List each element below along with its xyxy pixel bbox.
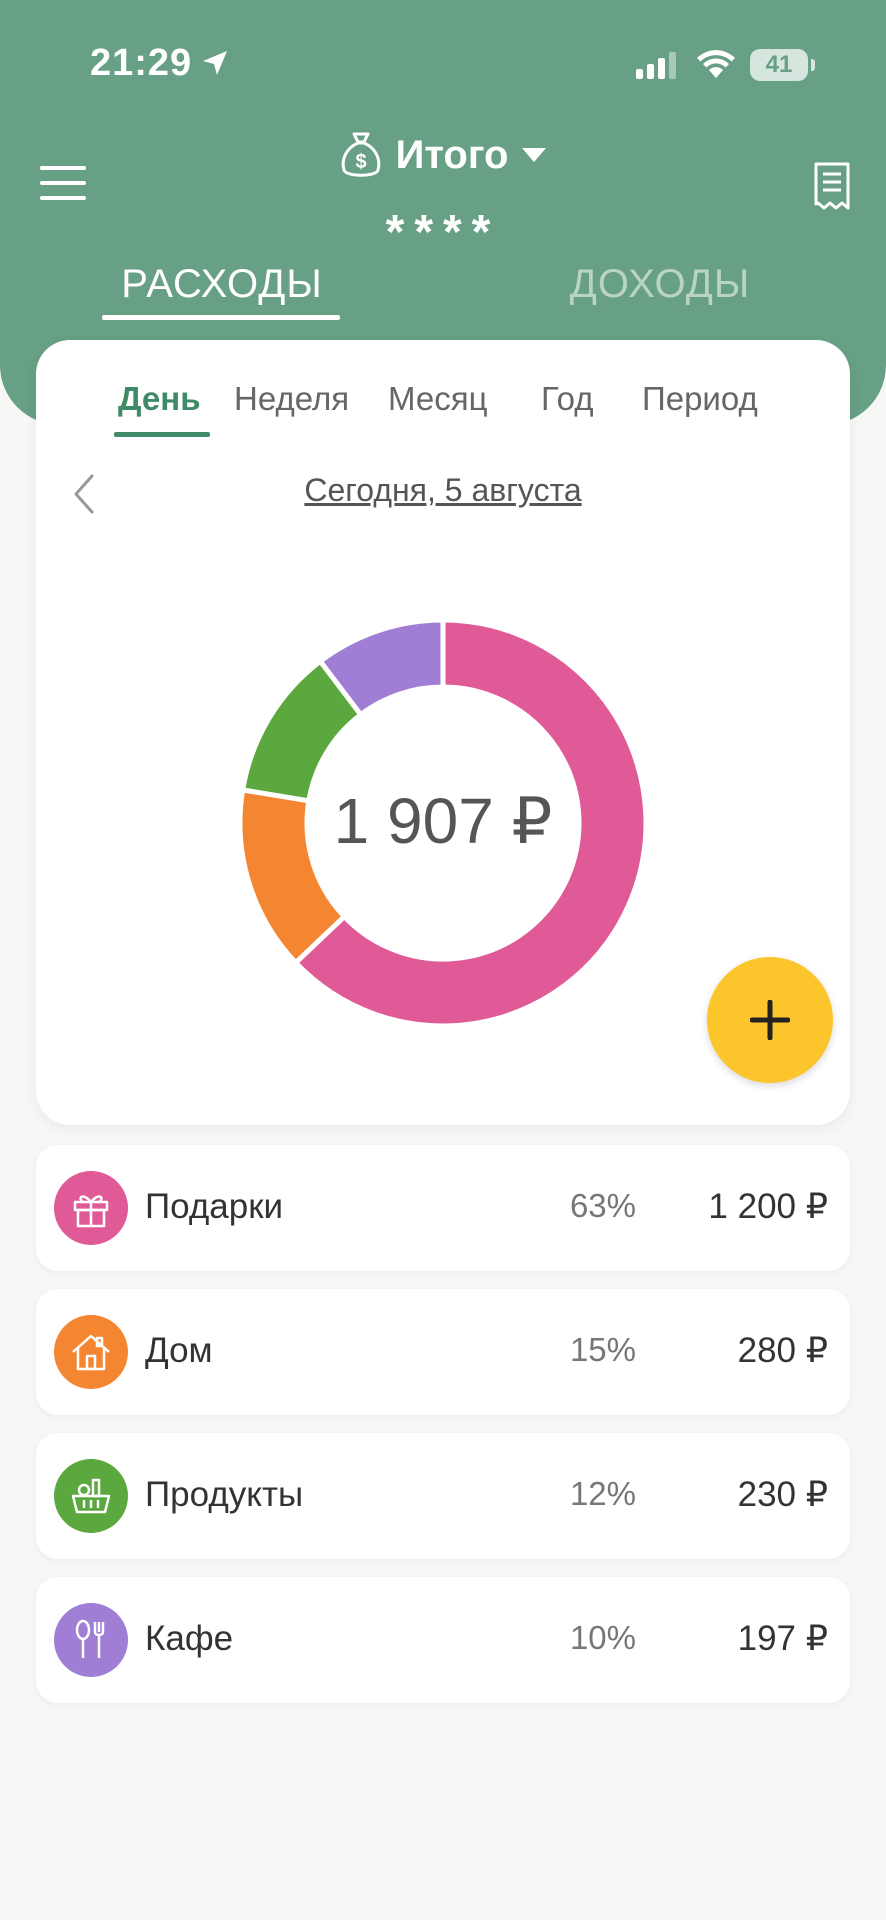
tab-income[interactable]: ДОХОДЫ: [540, 262, 780, 307]
total-amount: 1 907 ₽: [333, 785, 553, 857]
category-amount: 1 200 ₽: [708, 1187, 828, 1226]
category-amount: 280 ₽: [737, 1331, 828, 1370]
tab-expenses[interactable]: РАСХОДЫ: [102, 262, 342, 307]
battery-indicator: 41: [750, 49, 808, 81]
category-amount: 230 ₽: [737, 1475, 828, 1514]
cellular-signal-icon: [636, 52, 676, 79]
category-percent: 10%: [569, 1619, 636, 1656]
wallet-title: Итого: [395, 132, 509, 177]
category-name: Дом: [145, 1331, 213, 1370]
category-percent: 15%: [569, 1331, 636, 1368]
wifi-icon: [697, 50, 735, 78]
category-name: Подарки: [145, 1187, 284, 1226]
chevron-down-icon: [522, 148, 547, 162]
status-time: 21:29: [90, 42, 193, 84]
wallet-selector[interactable]: $ Итого: [0, 130, 886, 185]
grocery-basket-icon: [54, 1459, 128, 1533]
house-icon: [54, 1315, 128, 1389]
category-row-groceries[interactable]: Продукты 12% 230 ₽: [36, 1433, 850, 1559]
svg-text:$: $: [355, 151, 366, 173]
battery-cap: [811, 59, 815, 71]
category-name: Продукты: [145, 1475, 304, 1514]
gift-icon: [54, 1171, 128, 1245]
masked-balance[interactable]: ****: [0, 205, 886, 260]
category-row-home[interactable]: Дом 15% 280 ₽: [36, 1289, 850, 1415]
category-percent: 12%: [569, 1475, 636, 1512]
plus-icon: [750, 1000, 790, 1040]
add-expense-button[interactable]: [707, 957, 833, 1083]
category-row-gifts[interactable]: Подарки 63% 1 200 ₽: [36, 1145, 850, 1271]
tab-underline: [102, 315, 340, 320]
category-amount: 197 ₽: [737, 1619, 828, 1658]
spoon-fork-icon: [54, 1603, 128, 1677]
money-bag-icon: $: [341, 132, 380, 177]
receipt-icon[interactable]: [812, 162, 852, 210]
category-percent: 63%: [569, 1187, 636, 1224]
category-name: Кафе: [145, 1619, 234, 1658]
location-arrow-icon: [203, 51, 227, 75]
category-row-cafe[interactable]: Кафе 10% 197 ₽: [36, 1577, 850, 1703]
